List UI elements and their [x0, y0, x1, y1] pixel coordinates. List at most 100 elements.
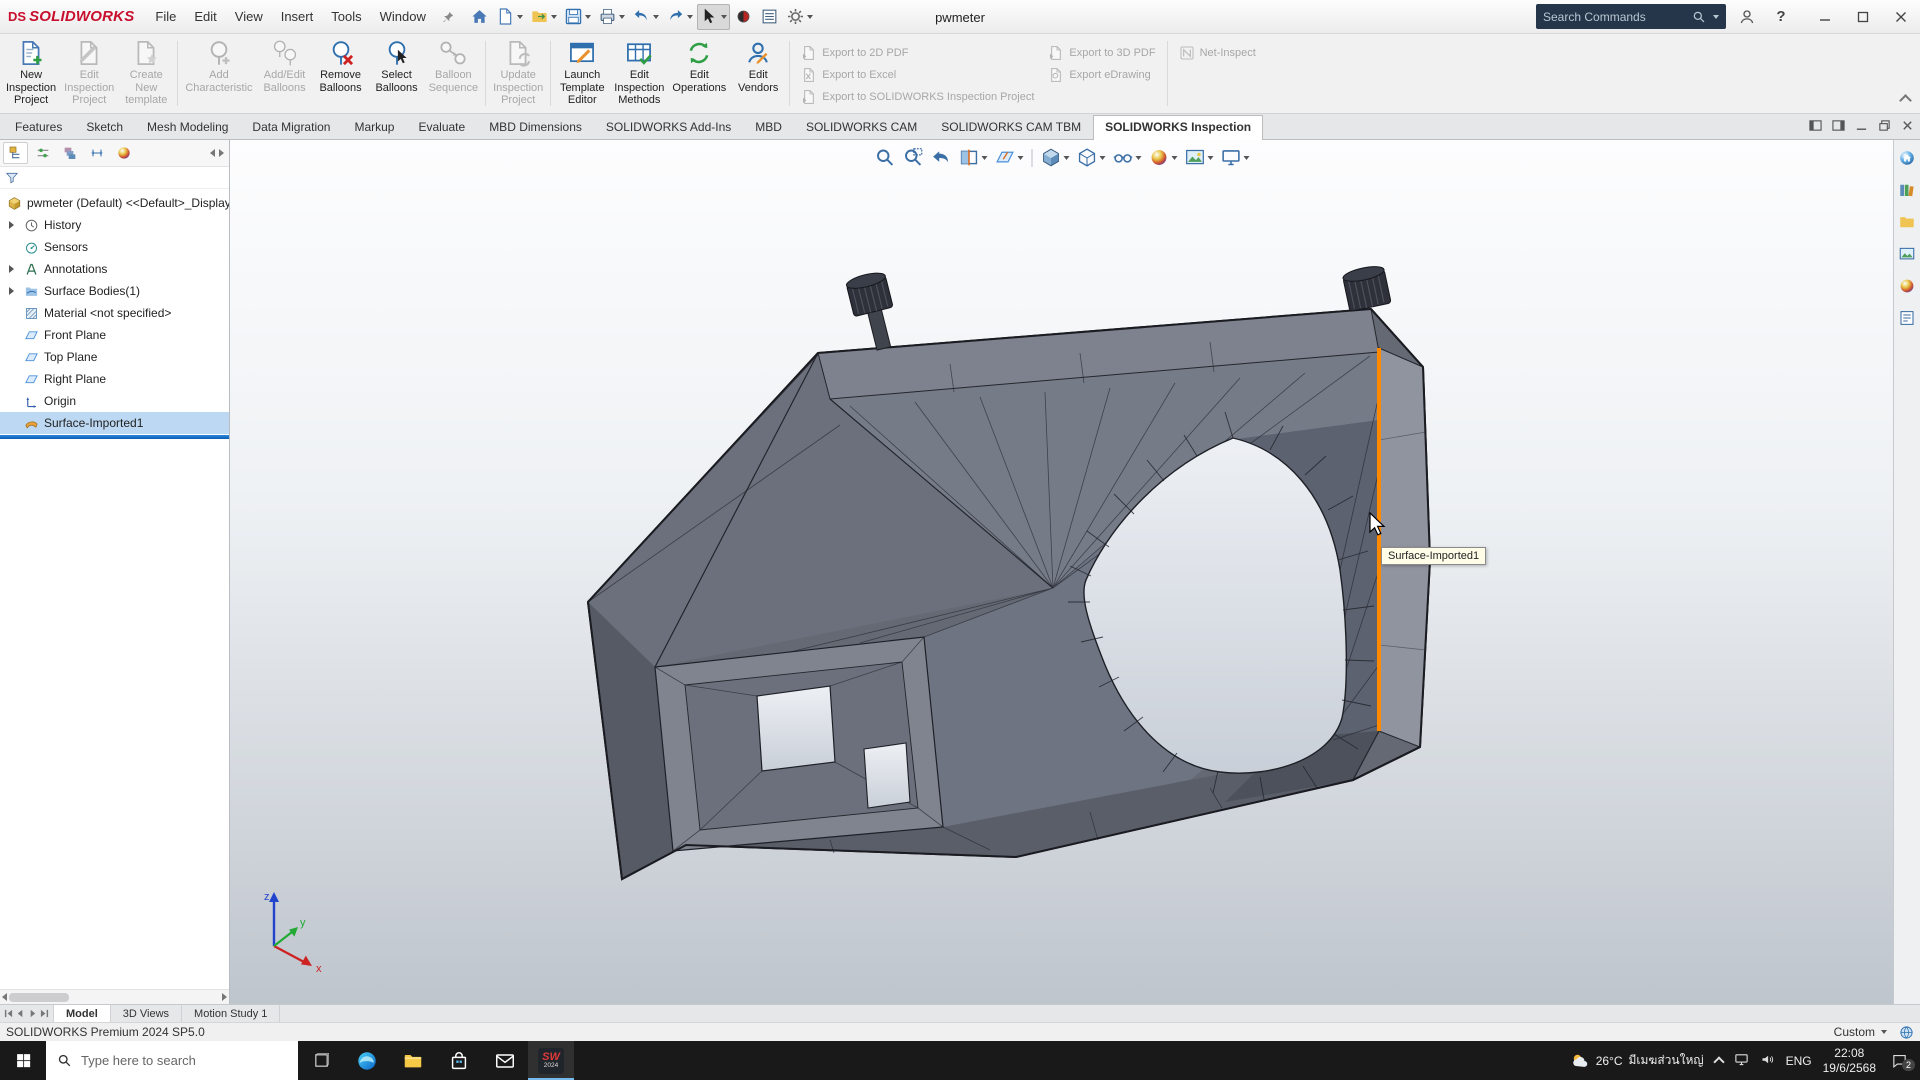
tray-volume-icon[interactable] [1760, 1052, 1775, 1070]
tree-item-top-plane[interactable]: Top Plane [0, 346, 229, 368]
solidworks-resources-icon[interactable] [1897, 148, 1917, 168]
tab-configurationmanager[interactable] [57, 142, 82, 164]
open-document-button[interactable] [527, 4, 560, 30]
doc-tab-3d-views[interactable]: 3D Views [111, 1005, 182, 1022]
taskbar-file-explorer-icon[interactable] [390, 1041, 436, 1080]
ribbon-collapse-chevron-icon[interactable] [1899, 94, 1912, 107]
minimize-button[interactable] [1806, 0, 1844, 34]
tab-evaluate[interactable]: Evaluate [406, 115, 477, 139]
tray-chevron-up-icon[interactable] [1713, 1056, 1724, 1067]
filter-funnel-icon[interactable] [5, 171, 19, 185]
appearances-scenes-icon[interactable] [1897, 276, 1917, 296]
first-tab-icon[interactable] [4, 1009, 13, 1018]
tab-sketch[interactable]: Sketch [74, 115, 135, 139]
taskbar-solidworks-icon[interactable]: SW 2024 [528, 1041, 574, 1080]
expand-arrow-icon[interactable] [9, 221, 14, 229]
launch-template-editor-button[interactable]: Launch Template Editor [554, 36, 610, 111]
tab-markup[interactable]: Markup [342, 115, 406, 139]
hide-show-items-button[interactable] [1110, 145, 1143, 170]
display-style-button[interactable] [1074, 145, 1107, 170]
menu-view[interactable]: View [226, 4, 272, 29]
command-search-box[interactable] [1536, 4, 1726, 29]
scroll-left-icon[interactable] [2, 993, 7, 1001]
display-state-selector[interactable]: Custom [1834, 1025, 1887, 1039]
zoom-to-area-button[interactable] [900, 145, 925, 170]
custom-properties-icon[interactable] [1897, 308, 1917, 328]
taskbar-search-box[interactable] [46, 1041, 298, 1080]
scroll-left-icon[interactable] [210, 149, 215, 157]
expand-arrow-icon[interactable] [9, 265, 14, 273]
remove-balloons-button[interactable]: Remove Balloons [313, 36, 369, 111]
pin-menu-icon[interactable] [441, 10, 455, 24]
expand-arrow-icon[interactable] [9, 287, 14, 295]
save-button[interactable] [561, 4, 594, 30]
edit-inspection-methods-button[interactable]: Edit Inspection Methods [610, 36, 668, 111]
tree-root-part[interactable]: pwmeter (Default) <<Default>_Display [0, 192, 229, 214]
taskbar-mail-icon[interactable] [482, 1041, 528, 1080]
select-tool-button[interactable] [697, 4, 730, 30]
tab-featuremanager-tree[interactable] [3, 142, 28, 164]
menu-tools[interactable]: Tools [322, 4, 370, 29]
weather-widget[interactable]: 26°C มีเมฆส่วนใหญ่ [1570, 1051, 1704, 1071]
select-balloons-button[interactable]: Select Balloons [369, 36, 425, 111]
tab-data-migration[interactable]: Data Migration [240, 115, 342, 139]
tray-display-icon[interactable] [1734, 1052, 1749, 1070]
tray-clock[interactable]: 22:08 19/6/2568 [1823, 1046, 1876, 1076]
zoom-to-fit-button[interactable] [872, 145, 897, 170]
tab-propertymanager[interactable] [30, 142, 55, 164]
view-settings-button[interactable] [1218, 145, 1251, 170]
tree-item-front-plane[interactable]: Front Plane [0, 324, 229, 346]
print-button[interactable] [595, 4, 628, 30]
apply-scene-button[interactable] [1182, 145, 1215, 170]
child-minimize-icon[interactable] [1855, 119, 1868, 132]
tree-item-origin[interactable]: Origin [0, 390, 229, 412]
status-globe-icon[interactable] [1899, 1025, 1914, 1040]
mesh-model-3d[interactable] [230, 140, 1893, 1004]
menu-insert[interactable]: Insert [272, 4, 323, 29]
child-restore-icon[interactable] [1878, 119, 1891, 132]
taskbar-store-icon[interactable] [436, 1041, 482, 1080]
dock-pane-left-icon[interactable] [1809, 119, 1822, 132]
section-view-button[interactable] [956, 145, 989, 170]
undo-button[interactable] [629, 4, 662, 30]
tab-displaymanager[interactable] [111, 142, 136, 164]
edit-vendors-button[interactable]: Edit Vendors [730, 36, 786, 111]
previous-view-button[interactable] [928, 145, 953, 170]
view-palette-icon[interactable] [1897, 244, 1917, 264]
scroll-right-icon[interactable] [219, 149, 224, 157]
reference-triad[interactable]: z x y [252, 884, 336, 976]
action-center-button[interactable]: 2 [1887, 1052, 1912, 1069]
maximize-button[interactable] [1844, 0, 1882, 34]
settings-button[interactable] [783, 4, 816, 30]
tree-item-surface-imported1[interactable]: Surface-Imported1 [0, 412, 229, 434]
menu-window[interactable]: Window [371, 4, 435, 29]
close-button[interactable] [1882, 0, 1920, 34]
help-button[interactable]: ? [1768, 4, 1794, 30]
edit-appearance-button[interactable] [1146, 145, 1179, 170]
tree-item-right-plane[interactable]: Right Plane [0, 368, 229, 390]
tray-language-indicator[interactable]: ENG [1786, 1054, 1812, 1068]
tree-item-material[interactable]: Material <not specified> [0, 302, 229, 324]
home-button[interactable] [467, 4, 492, 30]
tab-solidworks-add-ins[interactable]: SOLIDWORKS Add-Ins [594, 115, 743, 139]
menu-file[interactable]: File [146, 4, 185, 29]
tree-item-history[interactable]: History [0, 214, 229, 236]
doc-tab-motion-study-1[interactable]: Motion Study 1 [182, 1005, 280, 1022]
tab-dimxpertmanager[interactable] [84, 142, 109, 164]
scrollbar-thumb[interactable] [9, 993, 69, 1002]
tab-mesh-modeling[interactable]: Mesh Modeling [135, 115, 240, 139]
taskbar-edge-icon[interactable] [344, 1041, 390, 1080]
edit-operations-button[interactable]: Edit Operations [668, 36, 730, 111]
new-inspection-project-button[interactable]: New Inspection Project [2, 36, 60, 111]
rollback-bar[interactable] [0, 435, 229, 439]
tab-mbd-dimensions[interactable]: MBD Dimensions [477, 115, 594, 139]
child-close-icon[interactable] [1901, 119, 1914, 132]
tab-mbd[interactable]: MBD [743, 115, 794, 139]
tab-solidworks-cam-tbm[interactable]: SOLIDWORKS CAM TBM [929, 115, 1093, 139]
tree-item-sensors[interactable]: Sensors [0, 236, 229, 258]
tab-features[interactable]: Features [3, 115, 74, 139]
redo-button[interactable] [663, 4, 696, 30]
last-tab-icon[interactable] [40, 1009, 49, 1018]
command-search-input[interactable] [1543, 10, 1687, 24]
dynamic-annotation-views-button[interactable] [992, 145, 1025, 170]
